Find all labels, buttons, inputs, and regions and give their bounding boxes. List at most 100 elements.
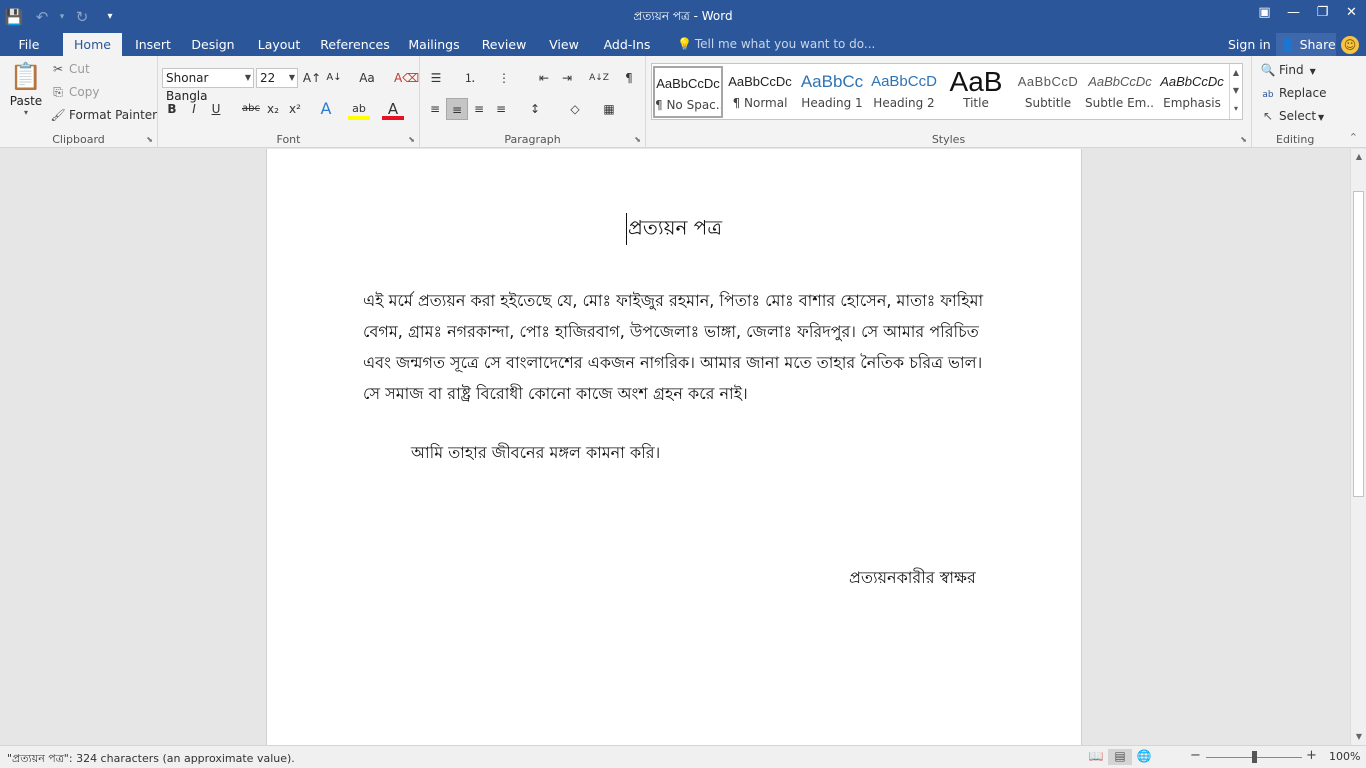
underline-button[interactable]: U (205, 98, 227, 120)
highlight-color-button[interactable]: ab (348, 98, 370, 120)
paste-button[interactable]: 📋 Paste ▾ (7, 60, 45, 117)
word-count-status[interactable]: "প্রত্যয়ন পত্র": 324 characters (an app… (7, 750, 295, 768)
scrollbar-thumb[interactable] (1353, 191, 1364, 497)
scroll-down-icon[interactable]: ▼ (1351, 729, 1366, 745)
text-cursor (625, 213, 627, 245)
style-title[interactable]: AaB Title (941, 66, 1011, 118)
numbering-button[interactable]: ⒈ (459, 67, 481, 89)
sign-in-link[interactable]: Sign in (1228, 33, 1271, 56)
zoom-slider[interactable]: − + (1190, 748, 1320, 764)
increase-indent-button[interactable]: ⇥ (556, 67, 578, 89)
font-name-combo[interactable]: Shonar Bangla ▼ (162, 68, 254, 103)
line-spacing-button[interactable]: ↕ (524, 98, 546, 120)
feedback-smiley-icon[interactable]: ☺ (1341, 36, 1359, 54)
shrink-font-button[interactable]: A↓ (323, 67, 345, 89)
web-layout-icon[interactable]: 🌐 (1132, 749, 1156, 765)
decrease-indent-button[interactable]: ⇤ (533, 67, 555, 89)
superscript-button[interactable]: x² (284, 98, 306, 120)
font-size-combo[interactable]: 22 ▼ (256, 68, 298, 88)
tab-review[interactable]: Review (479, 33, 529, 56)
copy-icon: ⎘ (53, 85, 63, 99)
bullets-button[interactable]: ☰ (425, 67, 447, 89)
shading-button[interactable]: ◇ (564, 98, 586, 120)
tell-me-box[interactable]: 💡 Tell me what you want to do... (677, 33, 875, 56)
style-heading-1[interactable]: AaBbCc Heading 1 (797, 66, 867, 118)
style-subtle-emphasis[interactable]: AaBbCcDc Subtle Em... (1085, 66, 1155, 118)
find-button[interactable]: 🔍 Find ▼ (1260, 63, 1316, 77)
text-effects-button[interactable]: A (315, 98, 337, 120)
close-button[interactable]: ✕ (1337, 0, 1366, 24)
style-heading-2[interactable]: AaBbCcD Heading 2 (869, 66, 939, 118)
document-body-paragraph[interactable]: এই মর্মে প্রত্যয়ন করা হইতেছে যে, মোঃ ফা… (363, 285, 993, 409)
tab-references[interactable]: References (319, 33, 391, 56)
tab-design[interactable]: Design (188, 33, 238, 56)
strikethrough-button[interactable]: abc (240, 98, 262, 120)
subscript-button[interactable]: x₂ (262, 98, 284, 120)
vertical-scrollbar[interactable]: ▲ ▼ (1350, 149, 1366, 745)
clipboard-launcher-icon[interactable]: ⬊ (146, 135, 153, 144)
more-styles-icon[interactable]: ▾ (1230, 100, 1242, 118)
select-button[interactable]: ↖ Select ▼ (1260, 109, 1324, 123)
print-layout-icon[interactable]: ▤ (1108, 749, 1132, 765)
clear-formatting-button[interactable]: A⌫ (394, 67, 419, 89)
tab-view[interactable]: View (545, 33, 583, 56)
read-mode-icon[interactable]: 📖 (1084, 749, 1108, 765)
tab-mailings[interactable]: Mailings (405, 33, 463, 56)
change-case-button[interactable]: Aa (352, 67, 382, 89)
style-name: ¶ No Spac... (655, 98, 721, 112)
tab-insert[interactable]: Insert (130, 33, 176, 56)
document-page[interactable]: প্রত্যয়ন পত্র এই মর্মে প্রত্যয়ন করা হই… (266, 149, 1082, 745)
align-left-button[interactable]: ≡ (424, 98, 446, 120)
document-title[interactable]: প্রত্যয়ন পত্র (267, 213, 1081, 247)
replace-button[interactable]: ab Replace (1260, 86, 1326, 100)
document-canvas: প্রত্যয়ন পত্র এই মর্মে প্রত্যয়ন করা হই… (0, 149, 1350, 745)
style-no-spacing[interactable]: AaBbCcDc ¶ No Spac... (653, 66, 723, 118)
cut-button[interactable]: ✂ Cut (50, 62, 90, 76)
paragraph-launcher-icon[interactable]: ⬊ (634, 135, 641, 144)
zoom-out-icon[interactable]: − (1190, 748, 1201, 763)
chevron-down-icon: ▼ (1309, 67, 1316, 76)
chevron-up-icon[interactable]: ▲ (1230, 64, 1242, 82)
clipboard-group-label: Clipboard (52, 133, 105, 146)
paste-label: Paste (9, 94, 43, 108)
replace-label: Replace (1279, 86, 1327, 100)
font-launcher-icon[interactable]: ⬊ (408, 135, 415, 144)
tab-home[interactable]: Home (63, 33, 122, 56)
grow-font-button[interactable]: A↑ (301, 67, 323, 89)
document-signature-line[interactable]: প্রত্যয়নকারীর স্বাক্ষর (849, 565, 976, 592)
style-subtitle[interactable]: AaBbCcD Subtitle (1013, 66, 1083, 118)
style-emphasis[interactable]: AaBbCcDc Emphasis (1157, 66, 1227, 118)
document-wish-line[interactable]: আমি তাহার জীবনের মঙ্গল কামনা করি। (411, 440, 660, 467)
ribbon-display-options-icon[interactable]: ▣ (1250, 0, 1279, 24)
scroll-up-icon[interactable]: ▲ (1351, 149, 1366, 165)
zoom-knob[interactable] (1252, 751, 1257, 763)
style-normal[interactable]: AaBbCcDc ¶ Normal (725, 66, 795, 118)
clipboard-icon: 📋 (9, 62, 43, 92)
format-painter-label: Format Painter (69, 108, 158, 122)
tab-add-ins[interactable]: Add-Ins (599, 33, 655, 56)
multilevel-list-button[interactable]: ⋮ (493, 67, 515, 89)
tab-file[interactable]: File (6, 33, 52, 56)
copy-button[interactable]: ⎘ Copy (50, 85, 99, 100)
align-right-button[interactable]: ≡ (468, 98, 490, 120)
show-formatting-marks-button[interactable]: ¶ (618, 67, 640, 89)
share-button[interactable]: 👤 Share (1276, 33, 1336, 56)
tab-layout[interactable]: Layout (253, 33, 305, 56)
editing-group: 🔍 Find ▼ ab Replace ↖ Select ▼ Editing ⌃ (1252, 56, 1366, 148)
zoom-in-icon[interactable]: + (1306, 748, 1317, 763)
cut-label: Cut (69, 62, 90, 76)
zoom-level[interactable]: 100% (1329, 750, 1360, 763)
sort-button[interactable]: A↓Z (588, 67, 610, 89)
justify-button[interactable]: ≡ (490, 98, 512, 120)
bold-button[interactable]: B (161, 98, 183, 120)
align-center-button[interactable]: ≡ (446, 98, 468, 120)
minimize-button[interactable]: — (1279, 0, 1308, 24)
restore-button[interactable]: ❐ (1308, 0, 1337, 24)
borders-button[interactable]: ▦ (598, 98, 620, 120)
styles-launcher-icon[interactable]: ⬊ (1240, 135, 1247, 144)
format-painter-button[interactable]: 🖌 Format Painter (50, 108, 157, 122)
chevron-down-icon[interactable]: ▼ (1230, 82, 1242, 100)
italic-button[interactable]: I (183, 98, 205, 120)
collapse-ribbon-icon[interactable]: ⌃ (1349, 131, 1358, 144)
font-color-button[interactable]: A (382, 98, 404, 120)
